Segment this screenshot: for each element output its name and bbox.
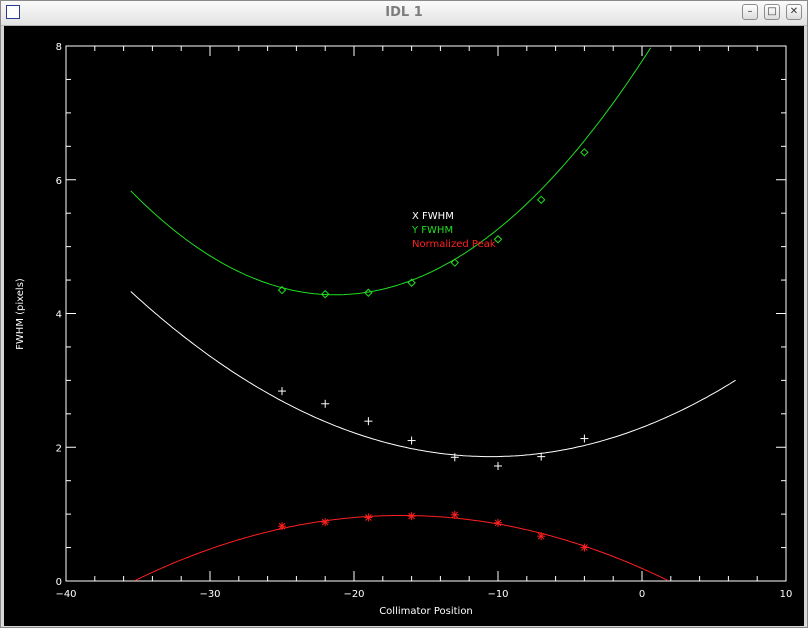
data-point-0 [407,436,416,445]
y-tick-label: 6 [56,176,62,187]
y-axis: 0 2 4 6 8 [56,42,786,588]
data-point-0 [580,434,589,443]
data-point-2 [278,522,286,531]
x-tick-label: −20 [343,589,364,600]
data-point-0 [321,399,330,408]
data-point-0 [278,387,286,396]
fit-curve-1 [130,47,652,296]
plot-box [65,45,787,582]
window-title: IDL 1 [385,5,423,20]
legend-x-fwhm: X FWHM [412,211,454,222]
legend-normalized-peak: Normalized Peak [412,239,496,250]
data-point-2 [537,532,546,541]
fit-curve-0 [130,291,736,458]
legend: X FWHM Y FWHM Normalized Peak [411,211,496,250]
fwhm-chart: −40 −30 −20 −10 0 10 0 2 4 6 8 Collimator Positio… [15,42,792,617]
idl-window: IDL 1 – □ ✕ −40 −30 −20 −10 0 10 0 2 4 6 8 Collim… [0,0,808,628]
x-tick-label: 0 [639,589,645,600]
x-tick-label: 10 [780,589,793,600]
y-tick-label: 0 [56,577,62,588]
data-point-2 [321,518,330,527]
data-point-0 [364,417,373,426]
minimize-button[interactable]: – [742,4,758,20]
y-axis-label: FWHM (pixels) [15,278,26,350]
data-point-1 [536,195,546,205]
title-bar[interactable]: IDL 1 – □ ✕ [1,1,807,26]
data-point-2 [407,512,416,521]
data-point-2 [450,510,459,519]
data-point-0 [494,461,502,470]
x-tick-label: −30 [199,589,220,600]
x-tick-label: −40 [55,589,76,600]
y-tick-label: 4 [56,310,62,321]
data-point-1 [580,148,589,157]
plot-canvas: −40 −30 −20 −10 0 10 0 2 4 6 8 Collimator Positio… [4,26,804,626]
legend-y-fwhm: Y FWHM [411,225,453,236]
y-tick-label: 8 [56,42,62,53]
y-tick-label: 2 [56,443,62,454]
close-button[interactable]: ✕ [786,4,802,20]
data-point-2 [580,543,589,552]
data-point-2 [364,513,373,522]
x-axis-label: Collimator Position [379,606,473,617]
data-markers [277,148,589,552]
x-axis: −40 −30 −20 −10 0 10 [55,46,792,600]
data-point-2 [494,518,502,527]
maximize-button[interactable]: □ [764,4,780,20]
fit-curves [130,47,736,581]
x-tick-label: −10 [487,589,508,600]
